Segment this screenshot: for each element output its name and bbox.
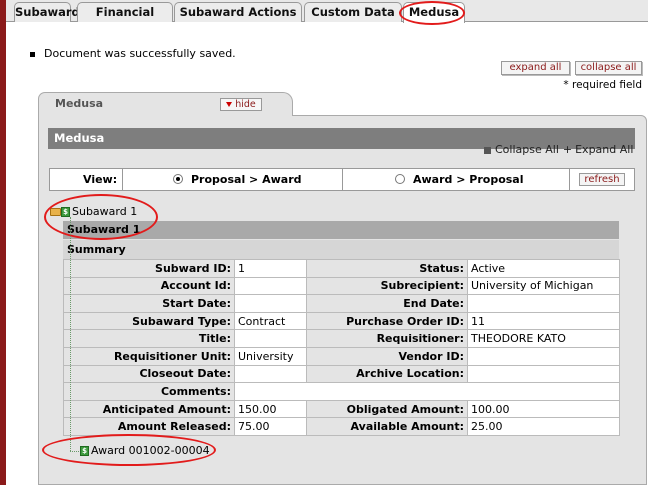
subaward-id-value: 1 [234, 259, 307, 278]
collapse-all-button[interactable]: collapse all [575, 61, 642, 75]
tree-connector [70, 217, 71, 451]
hide-button-label: hide [235, 99, 256, 110]
start-date-value [234, 294, 307, 313]
archive-location-value [467, 364, 620, 384]
purchase-order-id-value: 11 [467, 311, 620, 331]
divider [342, 169, 343, 190]
success-message: Document was successfully saved. [30, 47, 236, 60]
vendor-id-value [467, 346, 620, 366]
plus-icon: + [562, 143, 573, 156]
refresh-button[interactable]: refresh [579, 173, 625, 186]
view-selector: View: Proposal > Award Award > Proposal … [49, 168, 635, 191]
subrecipient-value: University of Michigan [467, 276, 620, 296]
summary-table: Subward ID: 1 Status: Active Account Id: Sub… [63, 259, 620, 436]
tab-subaward[interactable]: Subaward [14, 2, 80, 22]
requisitioner-label: Requisitioner: [306, 329, 468, 348]
bullet-icon [30, 51, 35, 57]
table-row: Subaward Type: Contract Purchase Order ID:… [63, 311, 620, 331]
divider [122, 169, 123, 190]
status-label: Status: [306, 259, 468, 278]
closeout-date-value [234, 364, 307, 384]
annotation-oval-award [42, 434, 216, 466]
radio-unselected-icon[interactable] [395, 174, 405, 184]
annotation-oval-medusa-tab [399, 1, 465, 25]
table-row: Requisitioner Unit: University Vendor ID: [63, 346, 620, 366]
table-row: Title: Requisitioner: THEODORE KATO [63, 329, 620, 348]
expand-all-link[interactable]: Expand All [575, 143, 633, 156]
archive-location-label: Archive Location: [306, 364, 468, 384]
requisitioner-unit-label: Requisitioner Unit: [63, 346, 235, 366]
table-row: Account Id: Subrecipient: University of Mi… [63, 276, 620, 296]
required-field-note: * required field [563, 79, 642, 91]
expand-all-button[interactable]: expand all [501, 61, 570, 75]
divider [569, 169, 570, 190]
end-date-value [467, 294, 620, 313]
view-option-proposal-award[interactable]: Proposal > Award [173, 169, 302, 190]
left-accent-bar [0, 0, 6, 485]
title-value [234, 329, 307, 348]
view-option-award-proposal-label: Award > Proposal [413, 173, 524, 186]
status-value: Active [467, 259, 620, 278]
account-id-value [234, 276, 307, 296]
subaward-type-value: Contract [234, 311, 307, 331]
comments-label: Comments: [63, 382, 235, 401]
subaward-id-label: Subward ID: [63, 259, 235, 278]
success-message-text: Document was successfully saved. [44, 47, 236, 60]
collapse-expand-controls: Collapse All + Expand All [484, 143, 633, 156]
title-label: Title: [63, 329, 235, 348]
tab-custom-data[interactable]: Custom Data [304, 2, 402, 22]
hide-button[interactable]: hide [220, 98, 262, 111]
obligated-amount-label: Obligated Amount: [306, 399, 468, 419]
tab-financial[interactable]: Financial [77, 2, 173, 22]
summary-header: Summary [63, 240, 619, 259]
comments-value [234, 382, 620, 401]
requisitioner-unit-value: University [234, 346, 307, 366]
table-row: Comments: [63, 382, 620, 401]
table-row: Anticipated Amount: 150.00 Obligated Amoun… [63, 399, 620, 419]
amount-released-value: 75.00 [234, 417, 307, 436]
available-amount-value: 25.00 [467, 417, 620, 436]
collapse-all-link[interactable]: Collapse All [495, 143, 559, 156]
amount-released-label: Amount Released: [63, 417, 235, 436]
table-row: Start Date: End Date: [63, 294, 620, 313]
closeout-date-label: Closeout Date: [63, 364, 235, 384]
anticipated-amount-label: Anticipated Amount: [63, 399, 235, 419]
view-option-proposal-award-label: Proposal > Award [191, 173, 302, 186]
purchase-order-id-label: Purchase Order ID: [306, 311, 468, 331]
requisitioner-value: THEODORE KATO [467, 329, 620, 348]
triangle-down-icon [226, 102, 233, 107]
start-date-label: Start Date: [63, 294, 235, 313]
view-option-award-proposal[interactable]: Award > Proposal [395, 169, 524, 190]
subaward-type-label: Subaward Type: [63, 311, 235, 331]
table-row: Closeout Date: Archive Location: [63, 364, 620, 384]
table-row: Amount Released: 75.00 Available Amount: 25… [63, 417, 620, 436]
annotation-oval-subaward [44, 194, 158, 240]
tab-bar: Subaward Financial Subaward Actions Cust… [6, 0, 648, 23]
radio-selected-icon[interactable] [173, 174, 183, 184]
account-id-label: Account Id: [63, 276, 235, 296]
panel-tab-title: Medusa [55, 97, 104, 110]
vendor-id-label: Vendor ID: [306, 346, 468, 366]
tab-subaward-actions[interactable]: Subaward Actions [174, 2, 302, 22]
available-amount-label: Available Amount: [306, 417, 468, 436]
table-row: Subward ID: 1 Status: Active [63, 259, 620, 278]
end-date-label: End Date: [306, 294, 468, 313]
view-label: View: [83, 173, 118, 186]
minus-icon [484, 146, 491, 154]
obligated-amount-value: 100.00 [467, 399, 620, 419]
subrecipient-label: Subrecipient: [306, 276, 468, 296]
anticipated-amount-value: 150.00 [234, 399, 307, 419]
